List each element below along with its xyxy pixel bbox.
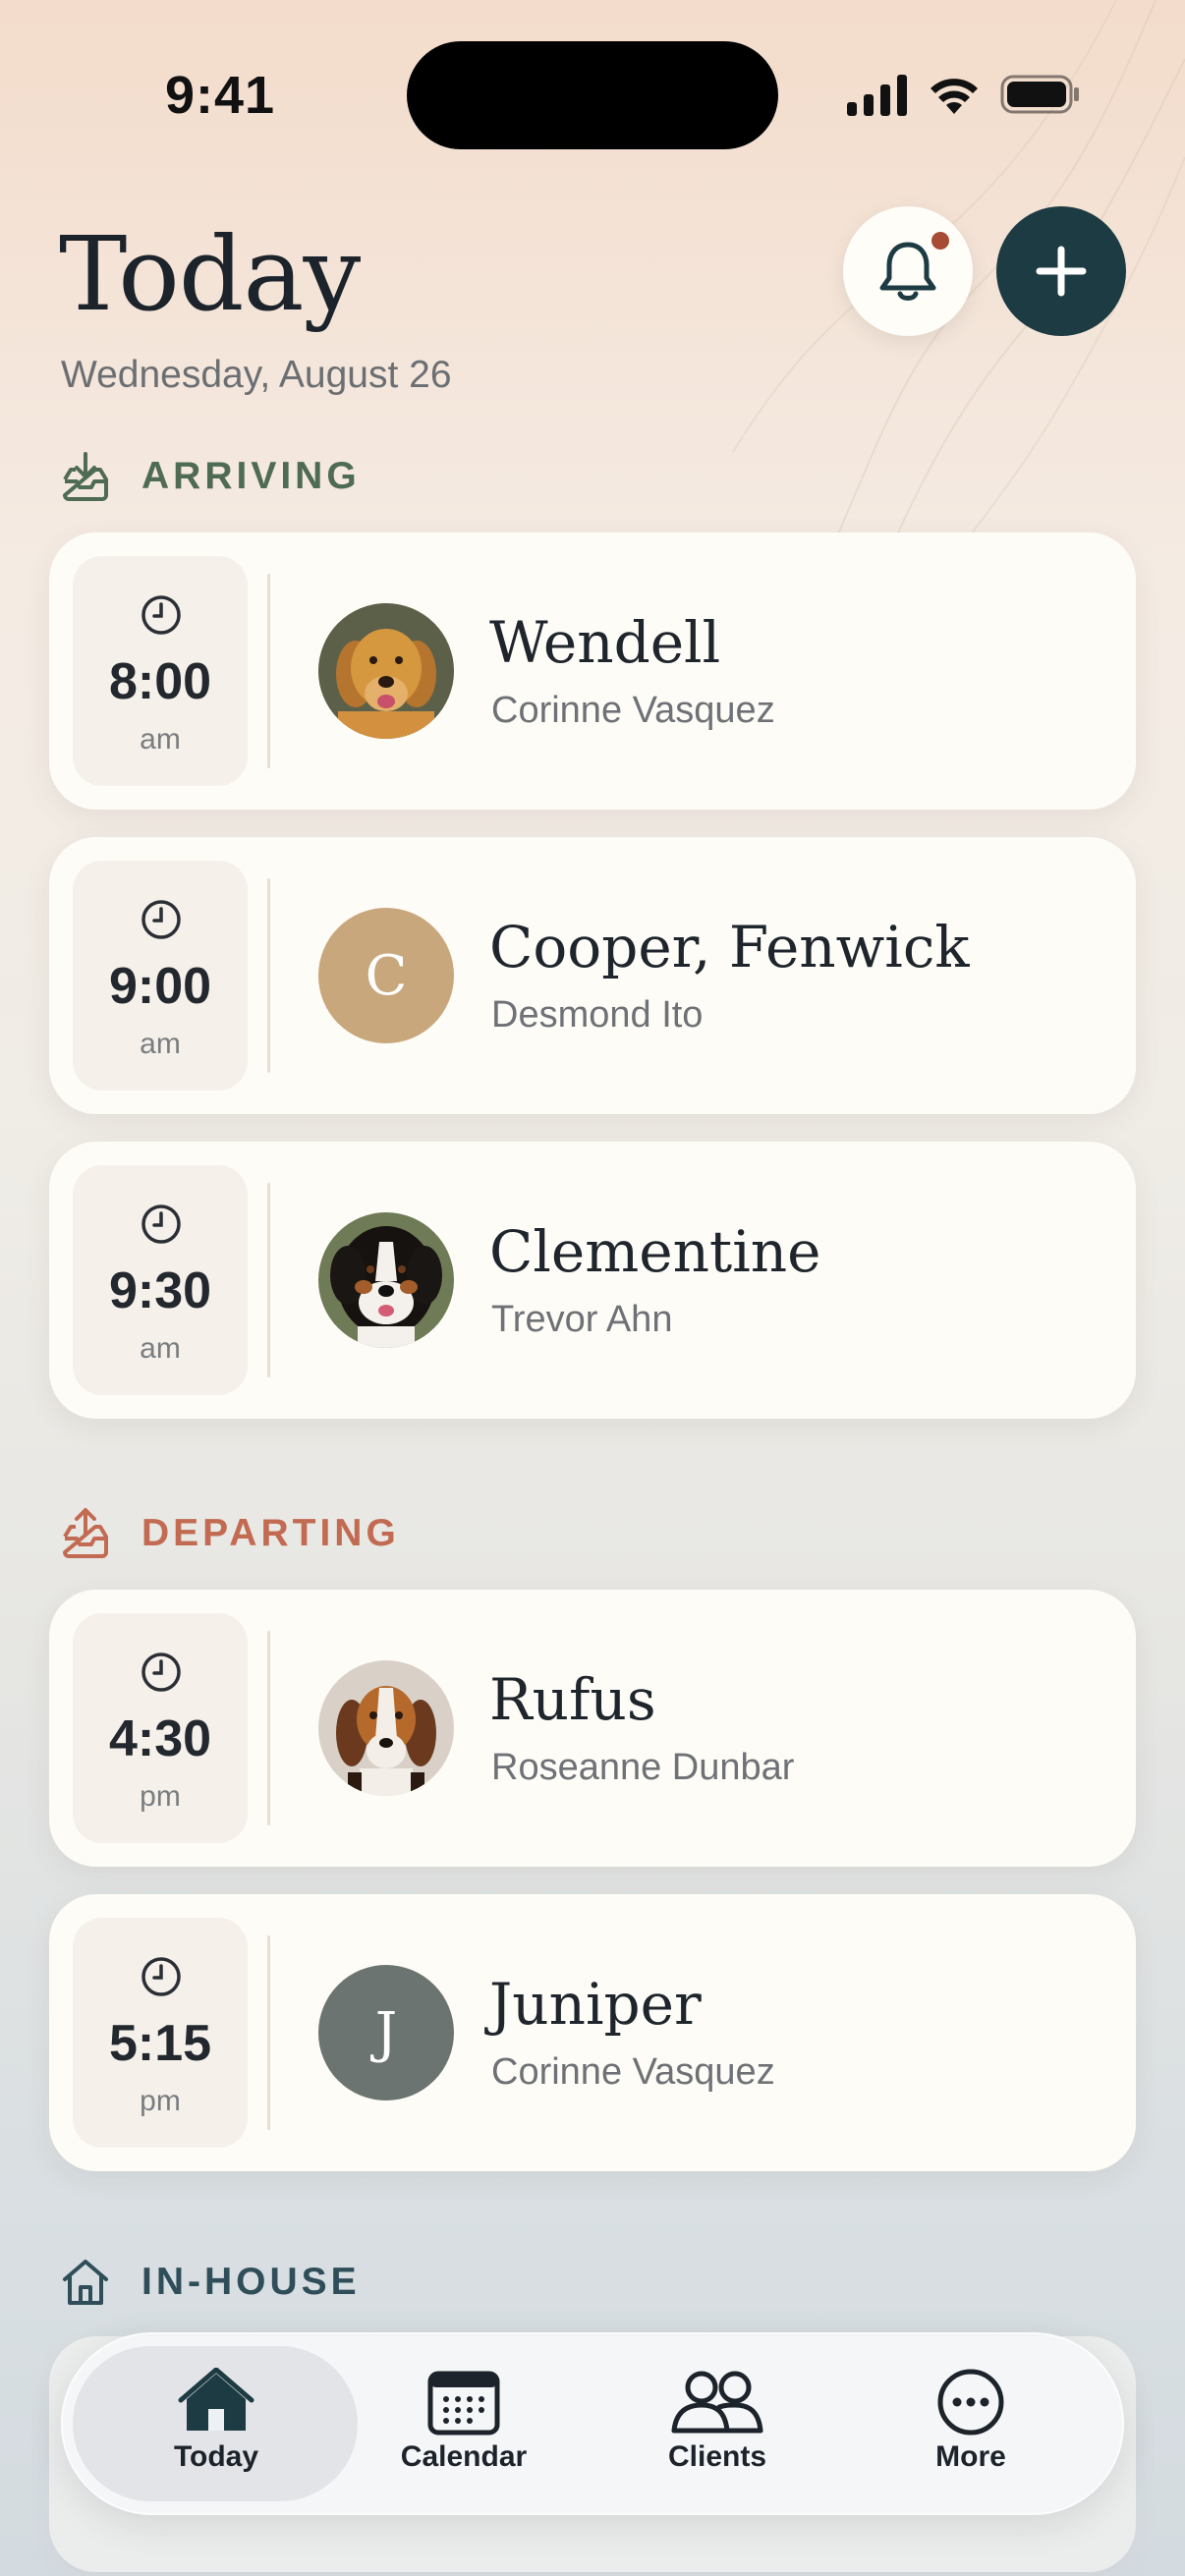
dynamic-island [407,41,778,149]
clock-icon [141,1957,181,1996]
pet-name: Wendell [489,609,721,676]
section-in-house-label: IN-HOUSE [141,2261,361,2303]
pet-name: Clementine [489,1218,821,1285]
time-box: 9:00 am [73,861,248,1091]
time-value: 5:15 [108,2015,212,2072]
departure-card-juniper[interactable]: 5:15 pm J Juniper Corinne Vasquez [49,1894,1136,2171]
calendar-icon [427,2371,500,2436]
clock-icon [141,900,181,939]
owner-name: Corinne Vasquez [491,2051,775,2093]
wifi-icon [931,79,978,114]
owner-name: Roseanne Dunbar [491,1747,795,1788]
arrival-card-clementine[interactable]: 9:30 am Clementine Trevor Ahn [49,1142,1136,1419]
status-bar: 9:41 [0,0,1185,187]
clock-icon [141,1204,181,1244]
pet-name: Juniper [489,1971,702,2038]
time-ampm: pm [140,1780,181,1813]
house-icon [63,2260,108,2305]
time-box: 9:30 am [73,1165,248,1395]
home-icon [178,2368,254,2431]
notification-dot [931,232,949,250]
time-box: 4:30 pm [73,1613,248,1843]
add-button[interactable] [996,206,1126,336]
section-arriving-label: ARRIVING [141,455,361,497]
pet-avatar-beagle [318,1660,454,1796]
more-icon [937,2369,1004,2436]
tab-bar: Today Calendar Clients More [61,2332,1124,2515]
pet-name: Cooper, Fenwick [489,914,970,980]
clock-icon [141,1652,181,1692]
tab-label: Clients [667,2440,767,2473]
pet-avatar-initial: C [318,908,454,1043]
pet-name: Rufus [489,1666,656,1733]
pet-avatar-initial: J [318,1965,454,2100]
arrival-card-cooper-fenwick[interactable]: 9:00 am C Cooper, Fenwick Desmond Ito [49,837,1136,1114]
time-box: 5:15 pm [73,1918,248,2148]
departure-card-rufus[interactable]: 4:30 pm Rufus Roseanne Dunbar [49,1590,1136,1867]
tab-label: Calendar [400,2440,528,2473]
time-value: 8:00 [108,653,212,710]
battery-icon [1000,75,1079,114]
owner-name: Corinne Vasquez [491,690,775,731]
section-departing-label: DEPARTING [141,1512,400,1554]
time-box: 8:00 am [73,556,248,786]
page-date: Wednesday, August 26 [61,354,452,396]
divider [267,878,270,1073]
divider [267,1935,270,2130]
divider [267,1183,270,1377]
time-value: 9:30 [108,1262,212,1319]
divider [267,574,270,768]
time-value: 4:30 [108,1710,212,1767]
notifications-button[interactable] [843,206,973,336]
status-time: 9:41 [165,66,276,125]
time-ampm: am [140,723,181,756]
bell-icon [879,242,936,301]
pet-avatar-bernese [318,1212,454,1348]
tab-today[interactable]: Today [108,2368,324,2486]
page-title: Today [59,214,361,334]
divider [267,1631,270,1825]
tab-label: More [935,2440,1006,2473]
tab-more[interactable]: More [863,2368,1079,2486]
section-in-house-header: IN-HOUSE [59,2256,361,2309]
time-ampm: pm [140,2085,181,2117]
owner-name: Trevor Ahn [491,1299,673,1340]
tab-calendar[interactable]: Calendar [356,2368,572,2486]
inbox-arrive-icon [63,452,108,501]
section-departing-header: DEPARTING [59,1507,400,1560]
clock-icon [141,595,181,635]
pet-avatar-golden-retriever [318,603,454,739]
tab-clients[interactable]: Clients [609,2368,825,2486]
time-ampm: am [140,1332,181,1365]
owner-name: Desmond Ito [491,994,704,1036]
tab-label: Today [173,2440,259,2473]
cellular-signal-icon [847,75,907,116]
plus-icon [1036,246,1087,297]
time-ampm: am [140,1028,181,1060]
clients-icon [671,2371,763,2434]
section-arriving-header: ARRIVING [59,450,361,503]
time-value: 9:00 [108,958,212,1015]
arrival-card-wendell[interactable]: 8:00 am Wendell Corinne Vasquez [49,532,1136,810]
outbox-depart-icon [63,1508,108,1558]
